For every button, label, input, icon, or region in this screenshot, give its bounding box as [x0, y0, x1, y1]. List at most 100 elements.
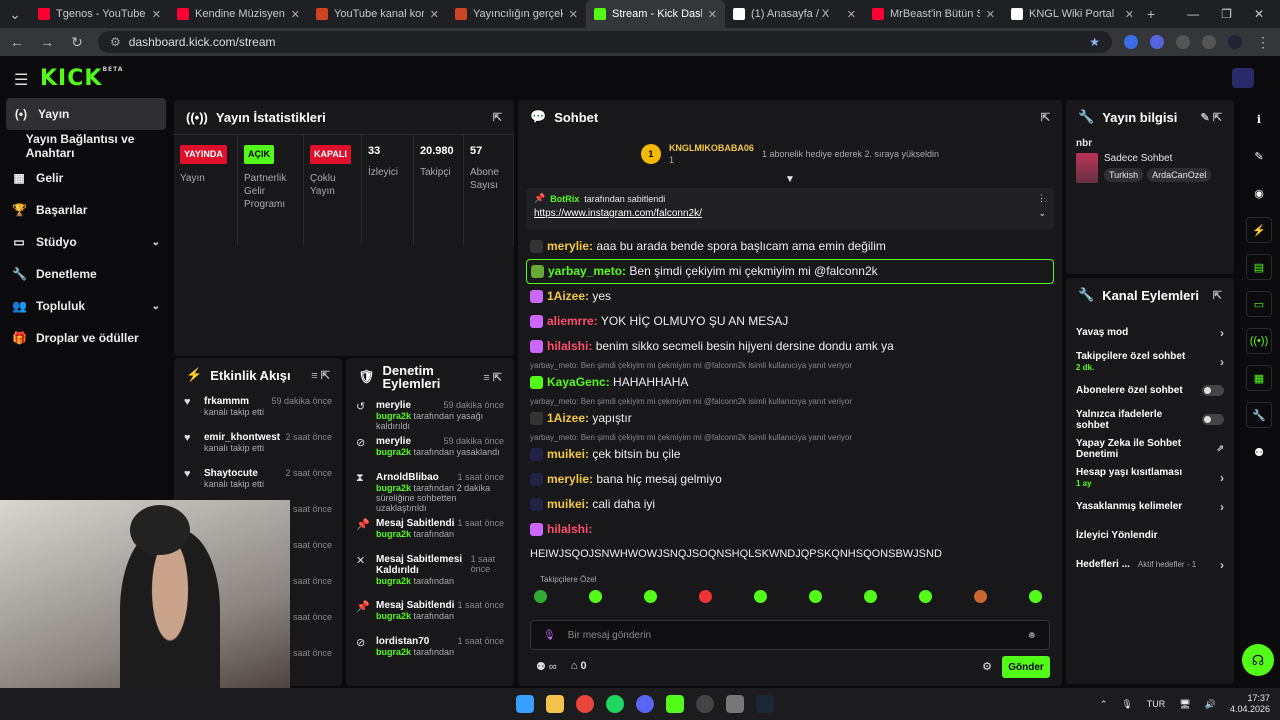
chat-username[interactable]: yarbay_meto	[548, 264, 622, 278]
mod-by[interactable]: bugra2k	[376, 576, 411, 586]
chat-username[interactable]: hilalshi	[547, 339, 588, 353]
channel-action[interactable]: Hesap yaşı kısıtlaması 1 ay ›	[1066, 463, 1234, 492]
channel-action[interactable]: Yasaklanmış kelimeler ›	[1066, 492, 1234, 521]
mod-target[interactable]: Mesaj Sabitlendi	[376, 518, 454, 529]
mod-target[interactable]: ArnoldBlibao	[376, 472, 439, 483]
browser-tab[interactable]: KNGL Wiki Portal ✕	[1003, 0, 1142, 28]
chat-username[interactable]: hilalshi	[547, 522, 588, 536]
collapse-icon[interactable]: ▼	[518, 174, 1062, 188]
kick-logo[interactable]: KICKBETA	[40, 66, 123, 91]
user-avatar[interactable]	[1232, 68, 1254, 88]
chat-username[interactable]: muikei	[547, 497, 585, 511]
channel-action[interactable]: Abonelere özel sohbet	[1066, 376, 1234, 405]
sidebar-item[interactable]: ▦ Gelir	[0, 162, 172, 194]
pen-icon[interactable]: ✎	[1246, 143, 1272, 169]
mod-by[interactable]: bugra2k	[376, 611, 411, 621]
mod-by[interactable]: bugra2k	[376, 647, 411, 657]
close-tab-icon[interactable]: ✕	[569, 8, 578, 21]
toggle-switch[interactable]	[1202, 414, 1224, 425]
mic-icon[interactable]: 🎙	[543, 630, 556, 641]
info-icon[interactable]: ℹ	[1246, 106, 1272, 132]
feed-user[interactable]: frkammm	[204, 396, 249, 407]
emote-icon[interactable]	[754, 590, 767, 603]
emote-icon[interactable]	[974, 590, 987, 603]
close-tab-icon[interactable]: ✕	[1125, 8, 1134, 21]
chat-icon[interactable]: ▭	[1246, 291, 1272, 317]
feed-user[interactable]: emir_khontwest	[204, 432, 280, 443]
chat-username[interactable]: aliemrre	[547, 314, 594, 328]
channel-action[interactable]: Yapay Zeka ile Sohbet Denetimi ⇗	[1066, 434, 1234, 463]
pinned-link[interactable]: https://www.instagram.com/falconn2k/	[534, 208, 702, 219]
channel-action[interactable]: İzleyici Yönlendir	[1066, 521, 1234, 550]
tag-chip[interactable]: ArdaCanOzel	[1147, 168, 1212, 182]
users-icon[interactable]: ⚉	[1246, 439, 1272, 465]
browser-tab[interactable]: Stream - Kick Dashboard ✕	[586, 0, 725, 28]
tag-chip[interactable]: Turkish	[1104, 168, 1144, 182]
mod-target[interactable]: Mesaj Sabitlemesi Kaldırıldı	[376, 554, 471, 576]
channel-action[interactable]: Takipçilere özel sohbet 2 dk. ›	[1066, 347, 1234, 376]
network-icon[interactable]: 🖥	[1179, 699, 1190, 710]
mic-icon[interactable]: 🎙	[1121, 699, 1132, 710]
sidebar-item[interactable]: (•) Yayın	[6, 98, 166, 130]
close-tab-icon[interactable]: ✕	[847, 8, 856, 21]
clock[interactable]: 17:37 4.04.2026	[1230, 693, 1270, 715]
browser-tab[interactable]: YouTube kanal konumlan ✕	[308, 0, 447, 28]
close-tab-icon[interactable]: ✕	[152, 8, 161, 21]
close-tab-icon[interactable]: ✕	[430, 8, 439, 21]
chat-username[interactable]: 1Aizee	[547, 411, 585, 425]
channel-action[interactable]: Yavaş mod ›	[1066, 318, 1234, 347]
popout-icon[interactable]: ⇱	[1041, 111, 1050, 124]
feed-user[interactable]: Shaytocute	[204, 468, 258, 479]
explorer-icon[interactable]	[546, 695, 564, 713]
chat-username[interactable]: merylie	[547, 239, 589, 253]
mod-target[interactable]: merylie	[376, 400, 411, 411]
mod-target[interactable]: lordistan70	[376, 636, 429, 647]
emoji-icon[interactable]: ☻	[1026, 630, 1037, 641]
hamburger-menu-icon[interactable]: ☰	[14, 70, 28, 90]
wrench-icon[interactable]: 🔧	[1246, 402, 1272, 428]
reading-list-icon[interactable]	[1202, 35, 1216, 49]
popout-icon[interactable]: ⇱	[493, 111, 502, 124]
close-tab-icon[interactable]: ✕	[291, 8, 300, 21]
url-field[interactable]: ⚙ dashboard.kick.com/stream ★	[98, 31, 1112, 53]
restore-icon[interactable]: ❐	[1221, 7, 1232, 21]
forward-icon[interactable]: →	[38, 34, 56, 50]
emote-icon[interactable]	[589, 590, 602, 603]
steam-icon[interactable]	[756, 695, 774, 713]
minimize-icon[interactable]: —	[1187, 7, 1199, 21]
support-icon[interactable]: ☊	[1242, 644, 1274, 676]
filter-icon[interactable]: ≡ ⇱	[483, 371, 502, 384]
emote-icon[interactable]	[1029, 590, 1042, 603]
mod-by[interactable]: bugra2k	[376, 447, 411, 457]
emote-icon[interactable]	[919, 590, 932, 603]
emote-icon[interactable]	[644, 590, 657, 603]
sidebar-item[interactable]: ▭ Stüdyo ⌄	[0, 226, 172, 258]
filter-icon[interactable]: ≡ ⇱	[311, 369, 330, 382]
mod-by[interactable]: bugra2k	[376, 483, 411, 493]
clipboard-icon[interactable]: ▤	[1246, 254, 1272, 280]
channel-action[interactable]: Hedefleri ... Aktif hedefler - 1 ›	[1066, 550, 1234, 579]
tab-search-icon[interactable]: ⌄	[6, 6, 24, 23]
layout-icon[interactable]: ▦	[1246, 365, 1272, 391]
mod-target[interactable]: merylie	[376, 436, 411, 447]
close-tab-icon[interactable]: ✕	[708, 8, 717, 21]
emote-icon[interactable]	[699, 590, 712, 603]
extension-icon[interactable]	[1124, 35, 1138, 49]
mod-by[interactable]: bugra2k	[376, 529, 411, 539]
popout-icon[interactable]: ⇱	[1213, 289, 1222, 302]
browser-tab[interactable]: MrBeast'in Bütün Stüdyol ✕	[864, 0, 1003, 28]
start-icon[interactable]	[516, 695, 534, 713]
mod-target[interactable]: Mesaj Sabitlendi	[376, 600, 454, 611]
close-tab-icon[interactable]: ✕	[986, 8, 995, 21]
back-icon[interactable]: ←	[8, 34, 26, 50]
browser-tab[interactable]: Tgenos - YouTube ✕	[30, 0, 169, 28]
channel-action[interactable]: Yalnızca ifadelerle sohbet	[1066, 405, 1234, 434]
kick-icon[interactable]	[666, 695, 684, 713]
extension-icon[interactable]	[1150, 35, 1164, 49]
volume-icon[interactable]: 🔊	[1205, 699, 1216, 710]
camera-icon[interactable]: ◉	[1246, 180, 1272, 206]
sidebar-item[interactable]: 🔧 Denetleme	[0, 258, 172, 290]
chrome-icon[interactable]	[576, 695, 594, 713]
browser-tab[interactable]: Kendine Müzisyen - YILLA ✕	[169, 0, 308, 28]
chat-username[interactable]: 1Aizee	[547, 289, 585, 303]
